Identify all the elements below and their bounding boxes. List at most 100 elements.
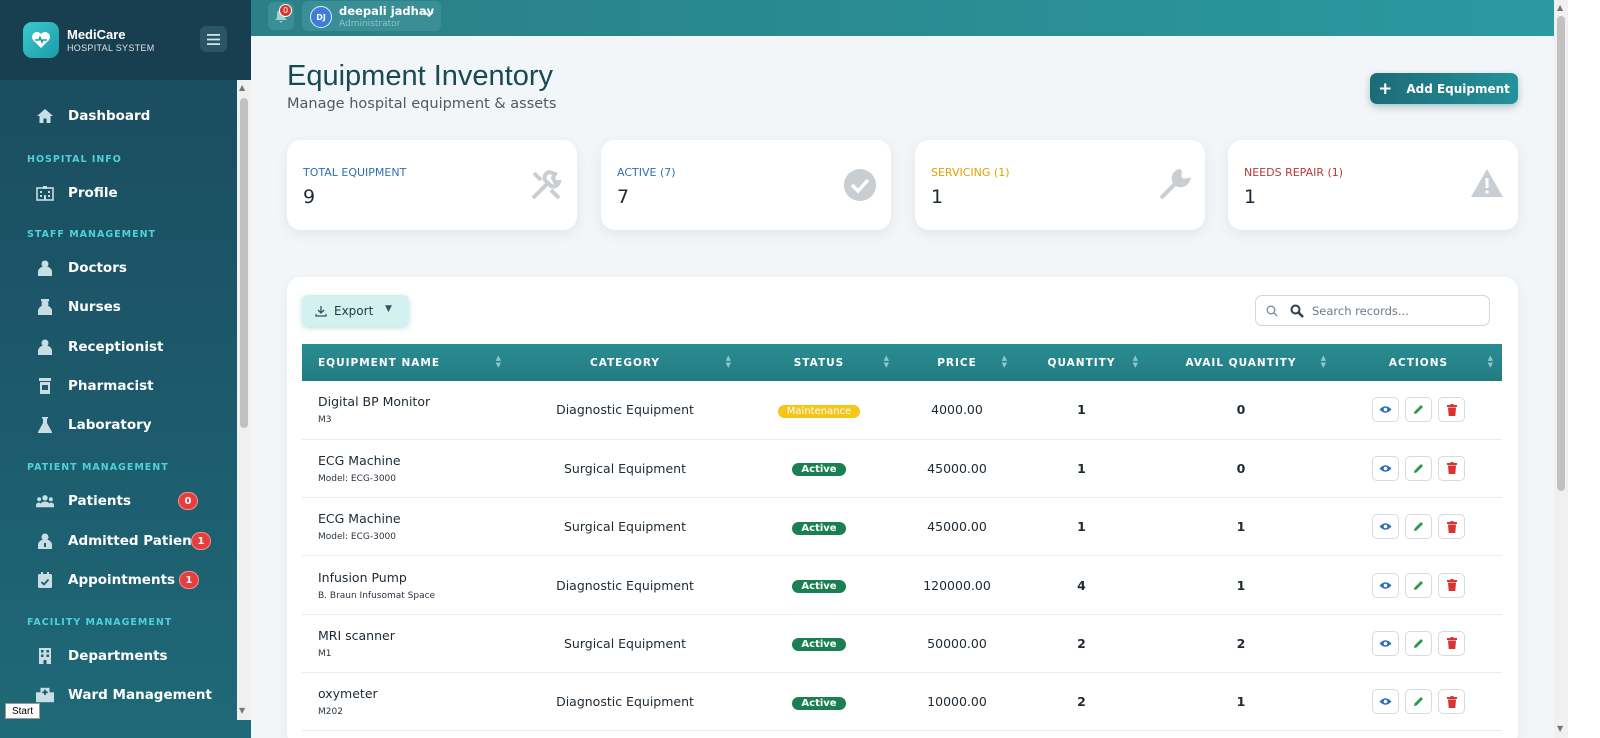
nurse-icon [36, 299, 54, 315]
sidebar-item-label: Appointments [68, 572, 176, 588]
flask-icon [36, 417, 54, 433]
avatar: DJ [310, 6, 332, 28]
stat-card-servicing: SERVICING (1) 1 [915, 140, 1205, 230]
view-button[interactable] [1372, 689, 1399, 715]
eye-icon [1379, 581, 1392, 589]
stat-value: 9 [303, 186, 316, 208]
status-badge: Active [792, 580, 846, 594]
stat-label: ACTIVE (7) [617, 166, 676, 179]
column-header-status[interactable]: STATUS ▲ ▼ [740, 344, 898, 381]
search-input[interactable] [1312, 303, 1482, 318]
equipment-model: M3 [318, 415, 332, 426]
sidebar-item-appointments[interactable]: Appointments [0, 568, 237, 592]
download-icon [315, 305, 327, 317]
edit-button[interactable] [1405, 572, 1432, 598]
page-title: Equipment Inventory [287, 60, 553, 92]
sort-icon: ▲ ▼ [883, 354, 890, 369]
search-box[interactable] [1255, 295, 1490, 326]
export-button[interactable]: Export ▼ [302, 295, 409, 326]
sidebar-item-patients[interactable]: Patients [0, 489, 237, 513]
sidebar-scrollbar[interactable]: ▲ ▼ [237, 80, 251, 720]
view-button[interactable] [1372, 514, 1399, 540]
column-header-category[interactable]: CATEGORY ▲ ▼ [510, 344, 740, 381]
column-header-avail-quantity[interactable]: AVAIL QUANTITY ▲ ▼ [1147, 344, 1335, 381]
table-row: ECG Machine Model: ECG-3000 Surgical Equip… [302, 497, 1502, 557]
scroll-down-arrow-icon[interactable]: ▼ [1557, 724, 1563, 733]
topbar: 0 DJ deepali jadhav Administrator [251, 0, 1600, 36]
edit-button[interactable] [1405, 630, 1432, 656]
user-menu[interactable]: DJ deepali jadhav Administrator [302, 1, 441, 31]
scroll-up-arrow-icon[interactable]: ▲ [1557, 3, 1563, 12]
scroll-down-arrow-icon[interactable]: ▼ [239, 706, 245, 715]
sidebar-item-label: Pharmacist [68, 378, 154, 394]
table-row: MRI scanner M1 Surgical Equipment Active 500… [302, 614, 1502, 673]
edit-button[interactable] [1405, 397, 1432, 423]
stat-card-total: TOTAL EQUIPMENT 9 [287, 140, 577, 230]
scroll-up-arrow-icon[interactable]: ▲ [239, 83, 245, 92]
delete-button[interactable] [1438, 630, 1465, 656]
edit-button[interactable] [1405, 689, 1432, 715]
category-cell: Surgical Equipment [510, 439, 740, 499]
add-equipment-label: Add Equipment [1406, 81, 1510, 96]
sidebar-item-doctors[interactable]: Doctors [0, 256, 237, 280]
delete-button[interactable] [1438, 397, 1465, 423]
trash-icon [1446, 637, 1457, 650]
table-row: ECG Machine Model: ECG-3000 Surgical Equip… [302, 439, 1502, 499]
page-scrollbar[interactable]: ▲ ▼ [1554, 0, 1568, 738]
stat-value: 7 [617, 186, 630, 208]
sidebar-item-profile[interactable]: Profile [0, 181, 237, 205]
status-badge: Active [792, 696, 846, 710]
equipment-name-cell: Digital BP Monitor M3 [302, 381, 510, 440]
sidebar-item-departments[interactable]: Departments [0, 644, 237, 668]
doctor-icon [36, 260, 54, 276]
heart-pulse-icon[interactable] [23, 22, 59, 58]
sidebar-item-pharmacist[interactable]: Pharmacist [0, 374, 237, 398]
sidebar-item-laboratory[interactable]: Laboratory [0, 413, 237, 437]
sidebar-item-label: Dashboard [68, 108, 151, 124]
start-button[interactable]: Start [5, 703, 40, 719]
view-button[interactable] [1372, 397, 1399, 423]
eye-icon [1379, 465, 1392, 472]
notifications-button[interactable]: 0 [268, 2, 294, 30]
add-equipment-button[interactable]: + Add Equipment [1370, 73, 1518, 104]
page-scrollbar-thumb[interactable] [1557, 16, 1565, 491]
status-cell: Active [740, 614, 898, 673]
actions-cell [1335, 381, 1502, 440]
delete-button[interactable] [1438, 455, 1465, 481]
view-button[interactable] [1372, 455, 1399, 481]
view-button[interactable] [1372, 630, 1399, 656]
sidebar-scrollbar-thumb[interactable] [240, 98, 248, 428]
appointments-badge: 1 [179, 571, 199, 589]
actions-cell [1335, 439, 1502, 499]
view-button[interactable] [1372, 572, 1399, 598]
patients-badge: 0 [178, 492, 198, 510]
column-header-price[interactable]: PRICE ▲ ▼ [898, 344, 1016, 381]
sidebar-item-nurses[interactable]: Nurses [0, 295, 237, 319]
delete-button[interactable] [1438, 514, 1465, 540]
stat-value: 1 [931, 186, 944, 208]
sidebar-item-label: Patients [68, 493, 131, 509]
trash-icon [1446, 695, 1457, 708]
edit-button[interactable] [1405, 514, 1432, 540]
price-cell: 4000.00 [898, 381, 1016, 440]
avail-quantity-cell: 1 [1147, 497, 1335, 557]
price-cell: 10000.00 [898, 672, 1016, 732]
column-header-equipment-name[interactable]: EQUIPMENT NAME ▲ ▼ [302, 344, 510, 381]
price-cell: 45000.00 [898, 439, 1016, 499]
sidebar-item-dashboard[interactable]: Dashboard [0, 104, 237, 128]
sidebar-item-label: Doctors [68, 260, 127, 276]
equipment-name-cell: oxymeter M202 [302, 672, 510, 732]
quantity-cell: 2 [1016, 614, 1147, 673]
sidebar-item-receptionist[interactable]: Receptionist [0, 335, 237, 359]
edit-button[interactable] [1405, 455, 1432, 481]
equipment-name-cell: Infusion Pump B. Braun Infusomat Space [302, 555, 510, 615]
plus-icon: + [1378, 78, 1393, 99]
column-header-quantity[interactable]: QUANTITY ▲ ▼ [1016, 344, 1147, 381]
hamburger-icon [207, 33, 220, 45]
menu-toggle-button[interactable] [200, 26, 227, 52]
equipment-name-cell: ECG Machine Model: ECG-3000 [302, 439, 510, 499]
delete-button[interactable] [1438, 689, 1465, 715]
delete-button[interactable] [1438, 572, 1465, 598]
warning-icon [1471, 169, 1503, 197]
equipment-name: oxymeter [318, 686, 378, 702]
